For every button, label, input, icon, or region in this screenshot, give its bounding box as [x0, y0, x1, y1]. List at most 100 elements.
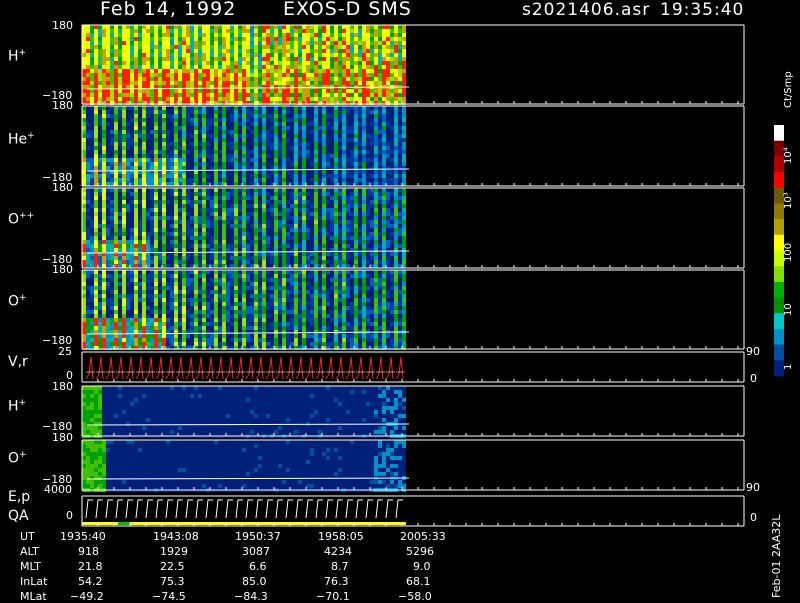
- spectrogram-cell: [358, 252, 362, 256]
- spectrogram-cell: [242, 89, 246, 93]
- spectrogram-cell: [210, 174, 214, 178]
- spectrogram-cell: [394, 232, 398, 236]
- spectrogram-cell: [278, 130, 282, 134]
- spectrogram-cell: [230, 114, 234, 118]
- spectrogram-cell: [286, 162, 290, 166]
- spectrogram-cell: [190, 236, 194, 240]
- spectrogram-cell: [262, 45, 266, 49]
- spectrogram-cell: [110, 61, 114, 65]
- spectrogram-cell: [210, 188, 214, 192]
- spectrogram-cell: [134, 182, 138, 186]
- spectrogram-cell: [390, 174, 394, 178]
- spectrogram-cell: [234, 200, 238, 204]
- spectrogram-cell: [370, 29, 374, 33]
- spectrogram-cell: [218, 216, 222, 220]
- spectrogram-cell: [226, 188, 230, 192]
- spectrogram-cell: [82, 236, 86, 240]
- spectrogram-cell: [358, 212, 362, 216]
- spectrogram-cell: [282, 61, 286, 65]
- spectrogram-cell: [322, 256, 326, 260]
- spectrogram-cell: [218, 73, 222, 77]
- spectrogram-cell: [270, 252, 274, 256]
- spectrogram-cell: [82, 256, 86, 260]
- spectrogram-cell: [126, 69, 130, 73]
- spectrogram-cell: [246, 162, 250, 166]
- spectrogram-cell: [358, 69, 362, 73]
- spectrogram-cell: [274, 216, 278, 220]
- spectrogram-cell: [354, 126, 358, 130]
- spectrogram-cell: [342, 188, 346, 192]
- spectrogram-cell: [282, 126, 286, 130]
- spectrogram-cell: [378, 57, 382, 61]
- spectrogram-cell: [322, 89, 326, 93]
- spectrogram-cell: [230, 89, 234, 93]
- spectrogram-cell: [154, 208, 158, 212]
- spectrogram-cell: [114, 224, 118, 228]
- spectrogram-cell: [318, 204, 322, 208]
- spectrogram-cell: [214, 142, 218, 146]
- spectrogram-cell: [358, 49, 362, 53]
- spectrogram-cell: [302, 81, 306, 85]
- spectrogram-cell: [138, 114, 142, 118]
- spectrogram-cell: [338, 126, 342, 130]
- spectrogram-cell: [238, 240, 242, 244]
- spectrogram-cell: [294, 260, 298, 264]
- spectrogram-cell: [326, 53, 330, 57]
- spectrogram-cell: [182, 248, 186, 252]
- spectrogram-cell: [230, 244, 234, 248]
- spectrogram-cell: [186, 232, 190, 236]
- spectrogram-cell: [234, 126, 238, 130]
- spectrogram-cell: [258, 29, 262, 33]
- spectrogram-cell: [234, 33, 238, 37]
- spectrogram-cell: [374, 49, 378, 53]
- spectrogram-cell: [182, 57, 186, 61]
- spectrogram-cell: [90, 41, 94, 45]
- spectrogram-cell: [234, 228, 238, 232]
- spectrogram-cell: [378, 97, 382, 101]
- spectrogram-cell: [362, 73, 366, 77]
- spectrogram-cell: [102, 114, 106, 118]
- spectrogram-cell: [210, 236, 214, 240]
- spectrogram-cell: [226, 162, 230, 166]
- spectrogram-cell: [234, 69, 238, 73]
- spectrogram-cell: [82, 200, 86, 204]
- spectrogram-cell: [106, 97, 110, 101]
- spectrogram-cell: [314, 126, 318, 130]
- spectrogram-cell: [282, 158, 286, 162]
- spectrogram-cell: [394, 69, 398, 73]
- spectrogram-cell: [390, 196, 394, 200]
- spectrogram-cell: [166, 45, 170, 49]
- spectrogram-cell: [190, 138, 194, 142]
- spectrogram-cell: [122, 61, 126, 65]
- spectrogram-cell: [350, 216, 354, 220]
- spectrogram-cell: [178, 49, 182, 53]
- spectrogram-cell: [138, 61, 142, 65]
- spectrogram-cell: [214, 244, 218, 248]
- spectrogram-cell: [366, 192, 370, 196]
- spectrogram-cell: [402, 126, 406, 130]
- spectrogram-cell: [330, 232, 334, 236]
- spectrogram-cell: [314, 138, 318, 142]
- spectrogram-cell: [274, 188, 278, 192]
- spectrogram-cell: [110, 208, 114, 212]
- spectrogram-cell: [394, 244, 398, 248]
- spectrogram-cell: [146, 228, 150, 232]
- spectrogram-cell: [346, 256, 350, 260]
- spectrogram-cell: [294, 85, 298, 89]
- spectrogram-cell: [314, 57, 318, 61]
- spectrogram-cell: [242, 81, 246, 85]
- spectrogram-cell: [254, 69, 258, 73]
- spectrogram-cell: [246, 244, 250, 248]
- spectrogram-cell: [106, 174, 110, 178]
- spectrogram-cell: [178, 220, 182, 224]
- spectrogram-cell: [170, 236, 174, 240]
- spectrogram-cell: [98, 150, 102, 154]
- spectrogram-cell: [130, 224, 134, 228]
- spectrogram-cell: [318, 260, 322, 264]
- spectrogram-cell: [314, 134, 318, 138]
- spectrogram-cell: [178, 114, 182, 118]
- spectrogram-cell: [294, 192, 298, 196]
- spectrogram-cell: [170, 57, 174, 61]
- spectrogram-cell: [126, 49, 130, 53]
- spectrogram-cell: [386, 130, 390, 134]
